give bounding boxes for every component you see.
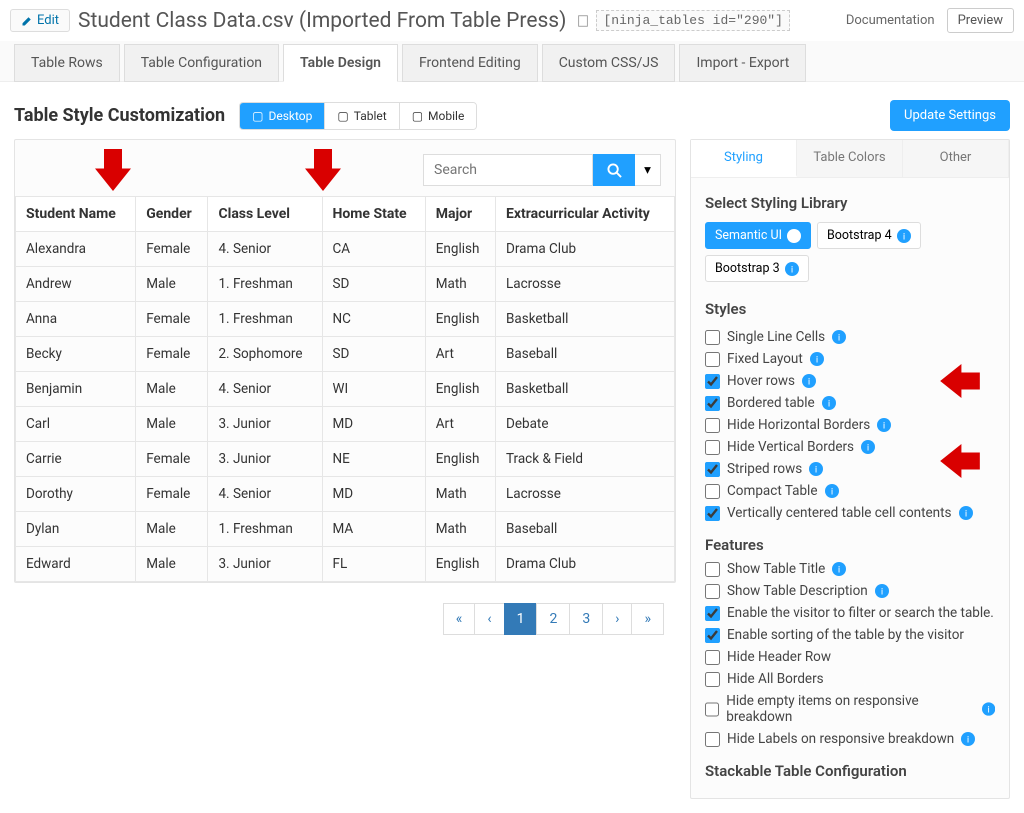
info-icon[interactable]: [961, 732, 975, 746]
option-vertically-centered-table-cell[interactable]: Vertically centered table cell contents: [705, 504, 995, 522]
data-table: Student NameGenderClass LevelHome StateM…: [15, 196, 675, 582]
table-row: DylanMale1. FreshmanMAMathBaseball: [16, 512, 675, 547]
option-enable-sorting-of-the-table-by[interactable]: Enable sorting of the table by the visit…: [705, 626, 995, 644]
edit-button[interactable]: Edit: [10, 9, 70, 32]
sidetab-other[interactable]: Other: [903, 140, 1009, 177]
info-icon: [897, 229, 911, 243]
search-dropdown[interactable]: ▾: [635, 154, 661, 186]
clipboard-icon: [576, 14, 590, 28]
features-heading: Features: [705, 536, 995, 554]
info-icon[interactable]: [802, 374, 816, 388]
tab-table-rows[interactable]: Table Rows: [14, 44, 120, 82]
table-row: AnnaFemale1. FreshmanNCEnglishBasketball: [16, 302, 675, 337]
column-header[interactable]: Major: [425, 197, 495, 232]
page-»[interactable]: »: [631, 603, 664, 635]
option-single-line-cells[interactable]: Single Line Cells: [705, 328, 995, 346]
info-icon[interactable]: [982, 702, 995, 716]
lib-semantic-ui[interactable]: Semantic UI: [705, 222, 811, 249]
page-›[interactable]: ›: [602, 603, 632, 635]
tab-custom-css-js[interactable]: Custom CSS/JS: [542, 44, 676, 82]
device-tablet[interactable]: ▢ Tablet: [325, 103, 399, 129]
option-hide-empty-items-on-responsive[interactable]: Hide empty items on responsive breakdown: [705, 692, 995, 726]
table-row: DorothyFemale4. SeniorMDMathLacrosse: [16, 477, 675, 512]
option-compact-table[interactable]: Compact Table: [705, 482, 995, 500]
info-icon: [787, 229, 801, 243]
page-3[interactable]: 3: [569, 603, 603, 635]
page-«[interactable]: «: [443, 603, 476, 635]
annotation-arrow-3: [921, 364, 999, 398]
column-header[interactable]: Class Level: [208, 197, 322, 232]
table-row: BenjaminMale4. SeniorWIEnglishBasketball: [16, 372, 675, 407]
page-title: Student Class Data.csv (Imported From Ta…: [78, 9, 566, 33]
info-icon[interactable]: [810, 352, 824, 366]
tab-table-configuration[interactable]: Table Configuration: [124, 44, 279, 82]
device-segmented: ▢ Desktop▢ Tablet▢ Mobile: [239, 102, 477, 130]
preview-button[interactable]: Preview: [947, 8, 1014, 33]
option-show-table-description[interactable]: Show Table Description: [705, 582, 995, 600]
page-2[interactable]: 2: [536, 603, 570, 635]
tab-frontend-editing[interactable]: Frontend Editing: [402, 44, 538, 82]
page-‹[interactable]: ‹: [474, 603, 504, 635]
table-row: AndrewMale1. FreshmanSDMathLacrosse: [16, 267, 675, 302]
table-row: AlexandraFemale4. SeniorCAEnglishDrama C…: [16, 232, 675, 267]
config-heading: Table Style Customization: [14, 105, 225, 126]
info-icon[interactable]: [832, 330, 846, 344]
column-header[interactable]: Gender: [136, 197, 208, 232]
lib-bootstrap-4[interactable]: Bootstrap 4: [817, 222, 921, 249]
styles-heading: Styles: [705, 300, 995, 318]
table-row: CarlMale3. JuniorMDArtDebate: [16, 407, 675, 442]
option-enable-the-visitor-to-filter-o[interactable]: Enable the visitor to filter or search t…: [705, 604, 995, 622]
option-hide-labels-on-responsive-brea[interactable]: Hide Labels on responsive breakdown: [705, 730, 995, 748]
device-mobile[interactable]: ▢ Mobile: [400, 103, 477, 129]
column-header[interactable]: Extracurricular Activity: [495, 197, 674, 232]
documentation-link[interactable]: Documentation: [846, 13, 935, 28]
sidetab-table-colors[interactable]: Table Colors: [797, 140, 903, 177]
column-header[interactable]: Home State: [322, 197, 425, 232]
info-icon[interactable]: [825, 484, 839, 498]
edit-label: Edit: [37, 13, 59, 28]
lib-bootstrap-3[interactable]: Bootstrap 3: [705, 255, 809, 282]
column-header[interactable]: Student Name: [16, 197, 136, 232]
library-buttons: Semantic UI Bootstrap 4 Bootstrap 3: [705, 222, 995, 282]
option-hide-header-row[interactable]: Hide Header Row: [705, 648, 995, 666]
pencil-icon: [21, 15, 33, 27]
library-heading: Select Styling Library: [705, 194, 995, 212]
option-hide-all-borders[interactable]: Hide All Borders: [705, 670, 995, 688]
info-icon[interactable]: [861, 440, 875, 454]
annotation-arrow-4: [921, 444, 999, 478]
features-list: Show Table Title Show Table Description En…: [705, 560, 995, 748]
styles-list: Single Line CellsFixed LayoutHover rowsB…: [705, 328, 995, 522]
side-tabs: StylingTable ColorsOther: [691, 140, 1009, 178]
info-icon[interactable]: [822, 396, 836, 410]
table-row: EdwardMale3. JuniorFLEnglishDrama Club: [16, 547, 675, 582]
page-1[interactable]: 1: [504, 603, 538, 635]
info-icon: [785, 262, 799, 276]
shortcode[interactable]: [ninja_tables id="290"]: [596, 10, 789, 31]
option-show-table-title[interactable]: Show Table Title: [705, 560, 995, 578]
search-input[interactable]: [423, 154, 593, 186]
stackable-heading: Stackable Table Configuration: [705, 762, 995, 780]
info-icon[interactable]: [959, 506, 973, 520]
annotation-arrow-1: [95, 148, 131, 192]
tab-import-export[interactable]: Import - Export: [679, 44, 806, 82]
table-row: BeckyFemale2. SophomoreSDArtBaseball: [16, 337, 675, 372]
search-button[interactable]: [593, 154, 635, 186]
info-icon[interactable]: [875, 584, 889, 598]
search-icon: [607, 163, 622, 178]
sidetab-styling[interactable]: Styling: [691, 140, 797, 177]
option-hide-horizontal-borders[interactable]: Hide Horizontal Borders: [705, 416, 995, 434]
main-tabs: Table RowsTable ConfigurationTable Desig…: [0, 41, 1024, 82]
info-icon[interactable]: [832, 562, 846, 576]
tab-table-design[interactable]: Table Design: [283, 44, 398, 82]
info-icon[interactable]: [809, 462, 823, 476]
table-row: CarrieFemale3. JuniorNEEnglishTrack & Fi…: [16, 442, 675, 477]
update-settings-button[interactable]: Update Settings: [890, 100, 1010, 131]
device-desktop[interactable]: ▢ Desktop: [240, 103, 325, 129]
annotation-arrow-2: [305, 148, 341, 192]
pagination: «‹123›»: [14, 583, 676, 655]
info-icon[interactable]: [877, 418, 891, 432]
